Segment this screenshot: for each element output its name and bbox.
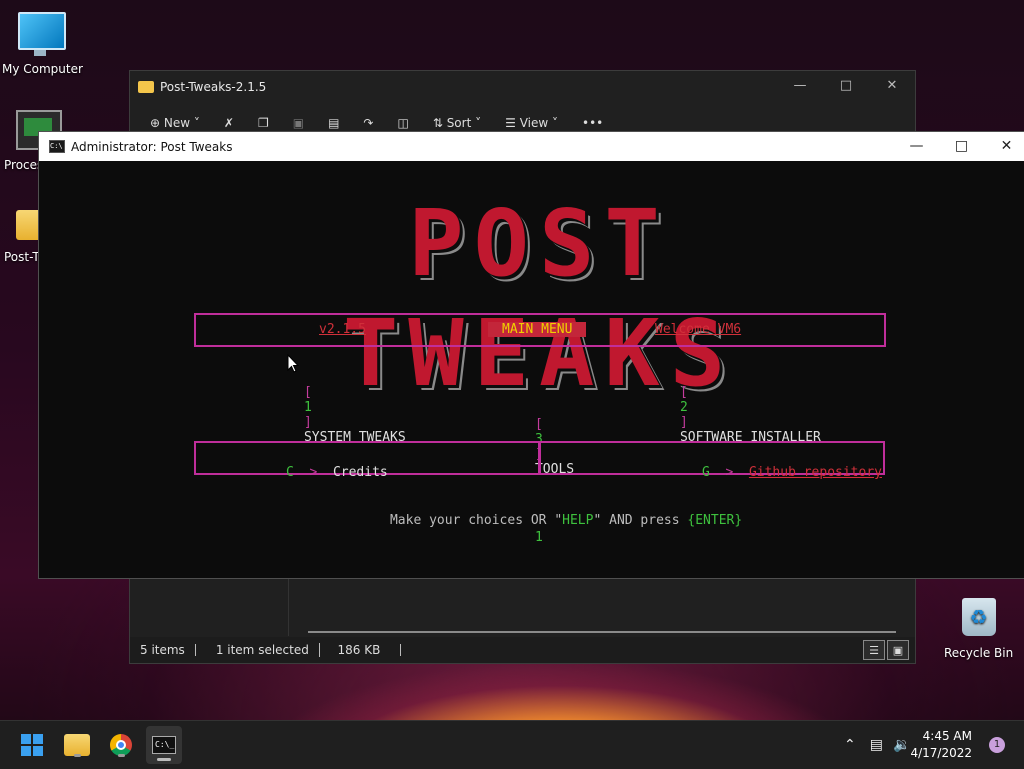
console-output[interactable]: POST TWEAKS v2.1.5 MAIN MENU Welcome VM6… [39,161,1024,578]
chevron-right-icon: > [309,465,318,480]
chevron-right-icon: > [725,465,734,480]
cmd-icon: C:\ [49,140,65,153]
start-button[interactable] [17,730,47,760]
view-label: View [519,116,549,130]
chevron-up-icon[interactable]: ⌃ [844,737,856,753]
folder-icon [138,81,154,93]
desktop-icon-recycle-bin[interactable]: ♻ Recycle Bin [944,598,1013,660]
bracket-close: ] [303,415,312,430]
github-key: G [701,465,710,480]
running-indicator [157,758,171,761]
bracket-open: [ [303,385,312,400]
close-button[interactable]: ✕ [984,132,1024,161]
explorer-title: Post-Tweaks-2.1.5 [160,80,267,94]
desktop-icon-label: Post-T [4,250,40,264]
cut-icon[interactable]: ✗ [224,116,234,130]
desktop-icon-label: My Computer [2,62,83,76]
desktop-icon-my-computer[interactable]: My Computer [2,12,83,76]
status-size: 186 KB [337,643,381,657]
main-menu-banner: MAIN MENU [488,322,587,337]
version-label: v2.1.5 [319,322,366,337]
user-input[interactable]: 1 [535,530,543,545]
sort-button[interactable]: ⇅ Sort ˅ [433,116,481,130]
taskbar-file-explorer[interactable] [62,730,92,760]
option-key: 1 [303,400,312,415]
recycle-bin-icon: ♻ [961,598,996,636]
navigation-pane-divider [288,576,289,636]
close-button[interactable]: ✕ [869,71,915,101]
taskbar-terminal[interactable]: C:\_ [146,726,182,764]
help-keyword: HELP [562,513,594,528]
maximize-button[interactable]: □ [939,132,984,161]
more-options-button[interactable]: ••• [582,116,603,130]
system-tray: ⌃ ▤ 🔉 [844,721,910,769]
running-indicator [118,754,125,757]
volume-icon[interactable]: 🔉 [893,737,910,753]
status-selected-text: 1 item selected [205,643,320,657]
clock-time: 4:45 AM [922,729,972,743]
rename-icon[interactable]: ▤ [328,116,339,130]
prompt-text: Make your choices OR " [389,513,563,528]
minimize-button[interactable]: — [894,132,939,161]
explorer-window-controls: — □ ✕ [777,71,915,101]
paste-icon[interactable]: ▣ [293,116,304,130]
option-key: 2 [679,400,688,415]
share-icon[interactable]: ↷ [363,116,373,130]
chrome-icon [110,734,132,756]
enter-keyword: {ENTER} [687,513,743,528]
mouse-cursor-icon [287,354,299,373]
github-link[interactable]: Github repository [749,465,882,480]
view-mode-buttons: ☰ ▣ [863,640,909,660]
credits-label: Credits [332,465,388,480]
minimize-button[interactable]: — [777,71,823,101]
windows-logo-icon [21,734,43,756]
notification-badge[interactable]: 1 [989,737,1005,753]
copy-icon[interactable]: ❐ [258,116,269,130]
tiles-view-icon[interactable]: ▣ [887,640,909,660]
clock[interactable]: 4:45 AM 4/17/2022 [910,728,972,762]
taskbar: C:\_ ⌃ ▤ 🔉 4:45 AM 4/17/2022 1 [0,720,1024,769]
bracket-open: [ [679,385,688,400]
network-icon[interactable]: ▤ [870,737,883,753]
console-title: Administrator: Post Tweaks [71,139,233,154]
welcome-label: Welcome VM6 [655,322,742,337]
explorer-status-bar: 5 items 1 item selected 186 KB [130,637,915,663]
horizontal-scrollbar[interactable] [308,631,896,633]
taskbar-chrome[interactable] [106,730,136,760]
console-window-controls: — □ ✕ [894,132,1024,161]
bracket-open: [ [534,417,543,432]
status-item-count: 5 items [130,644,196,656]
bracket-close: ] [679,415,688,430]
status-selected: 1 item selected 186 KB [196,643,402,657]
prompt-text: " AND press [593,513,688,528]
running-indicator [74,754,81,757]
new-label: New [163,116,191,130]
view-button[interactable]: ☰ View ˅ [505,116,558,130]
new-button[interactable]: ⊕ New ˅ [150,116,200,130]
sort-label: Sort [446,116,472,130]
console-title-bar[interactable]: C:\ Administrator: Post Tweaks [39,132,1024,161]
credits-option[interactable]: C > Credits [239,450,388,495]
console-window[interactable]: C:\ Administrator: Post Tweaks — □ ✕ POS… [38,131,1024,579]
delete-icon[interactable]: ◫ [397,116,408,130]
maximize-button[interactable]: □ [823,71,869,101]
clock-date: 4/17/2022 [910,746,972,760]
post-tweaks-logo: POST TWEAKS [181,189,897,407]
computer-icon [18,12,67,56]
details-view-icon[interactable]: ☰ [863,640,885,660]
github-option[interactable]: G > Github repository [655,450,882,495]
desktop-icon-label: Recycle Bin [944,646,1014,660]
file-explorer-icon [64,734,90,756]
terminal-icon: C:\_ [152,736,176,754]
credits-key: C [285,465,294,480]
